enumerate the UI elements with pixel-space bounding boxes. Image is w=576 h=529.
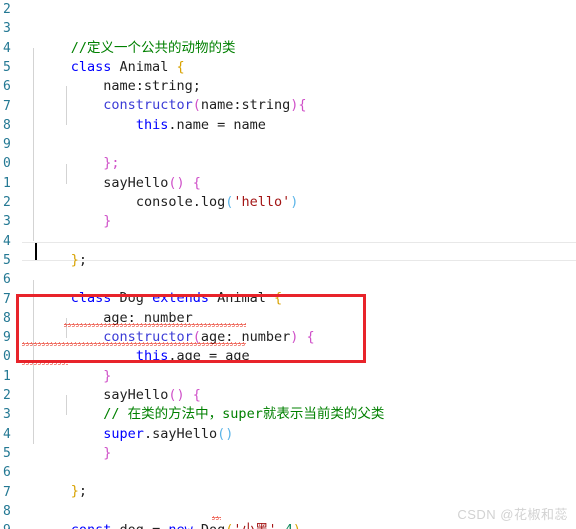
code-line[interactable]: constructor(name:string){ <box>22 77 306 113</box>
code-line[interactable]: this.name = name <box>22 97 266 133</box>
semicolon-token: ; <box>78 483 88 500</box>
line-number: 2 <box>3 388 11 403</box>
code-line[interactable]: name:string; <box>22 58 201 94</box>
line-number: 5 <box>3 59 11 75</box>
code-line[interactable]: } <box>22 425 111 461</box>
method-name: sayHello <box>152 425 218 442</box>
code-line[interactable]: } <box>22 193 111 229</box>
line-number: 9 <box>0 521 22 529</box>
paren-close: ) <box>293 522 301 529</box>
code-line[interactable]: class Dog extends Animal { <box>22 270 282 306</box>
text-cursor <box>35 243 37 260</box>
paren-close: ) <box>290 193 299 210</box>
code-editor[interactable]: 2 3 4 5 6 7 8 9 0 1 2 3 4 5 6 7 8 9 0 1 … <box>0 0 576 529</box>
csdn-watermark: CSDN @花椒和蕊 <box>457 507 568 522</box>
class-name: Dog <box>193 522 225 529</box>
line-number: 4 <box>3 40 11 56</box>
code-line[interactable]: const dog = new Dog('小黑',4) <box>22 502 301 529</box>
line-number: 6 <box>3 465 11 481</box>
assignment: .name = name <box>168 116 266 133</box>
line-number: 5 <box>3 252 11 268</box>
this-keyword: this <box>135 116 169 133</box>
line-number: 3 <box>3 407 11 423</box>
line-number: 5 <box>3 445 11 461</box>
dot-token: . <box>143 425 153 442</box>
line-number: 1 <box>3 175 11 191</box>
line-number: 7 <box>3 484 11 500</box>
brace-close: } <box>70 444 112 461</box>
code-content[interactable]: //定义一个公共的动物的类 class Animal { name:string… <box>22 0 576 529</box>
code-line[interactable]: sayHello() { <box>22 367 201 403</box>
comma-token: , <box>277 522 285 529</box>
code-line[interactable]: super.sayHello() <box>22 405 233 442</box>
code-line[interactable]: }; <box>22 232 87 268</box>
line-number: 6 <box>3 79 11 95</box>
line-number: 3 <box>3 21 11 37</box>
equals-token: = <box>152 522 168 529</box>
line-number: 0 <box>3 156 11 172</box>
line-number: 4 <box>3 426 11 442</box>
variable-name: dog <box>111 522 152 529</box>
brace-close: } <box>70 483 79 500</box>
line-number: 2 <box>3 2 11 17</box>
number-token: 4 <box>285 522 293 529</box>
semicolon-token: ; <box>78 251 88 268</box>
line-number: 4 <box>3 233 11 249</box>
line-number: 9 <box>3 137 11 153</box>
code-line[interactable]: //定义一个公共的动物的类 <box>22 19 236 56</box>
code-line[interactable]: sayHello() { <box>22 154 201 191</box>
line-number: 6 <box>3 272 11 288</box>
console-log: console.log <box>135 193 226 210</box>
brace-close: } <box>70 251 79 268</box>
code-line[interactable]: }; <box>22 135 119 171</box>
line-number: 3 <box>3 214 11 230</box>
brace-close: } <box>70 213 112 230</box>
line-number-gutter: 2 3 4 5 6 7 8 9 0 1 2 3 4 5 6 7 8 9 0 1 … <box>0 0 22 529</box>
paren-pair: () <box>217 425 234 442</box>
line-number: 2 <box>3 195 11 210</box>
line-number: 1 <box>3 368 11 384</box>
line-number: 8 <box>3 503 11 519</box>
line-number: 8 <box>3 117 11 133</box>
red-highlight-rectangle <box>16 294 366 363</box>
keyword-const: const <box>71 522 112 529</box>
keyword-new: new <box>168 522 192 529</box>
string-token: 'hello' <box>233 193 291 210</box>
brace-open: { <box>298 97 307 114</box>
code-line[interactable]: }; <box>22 463 87 499</box>
code-line[interactable]: // 在类的方法中，super就表示当前类的父类 <box>22 386 384 422</box>
string-token: '小黑' <box>233 522 276 529</box>
code-line[interactable]: console.log('hello') <box>22 174 299 210</box>
code-line[interactable]: class Animal { <box>22 39 185 75</box>
error-squiggle <box>212 516 221 520</box>
line-number: 7 <box>3 98 11 114</box>
